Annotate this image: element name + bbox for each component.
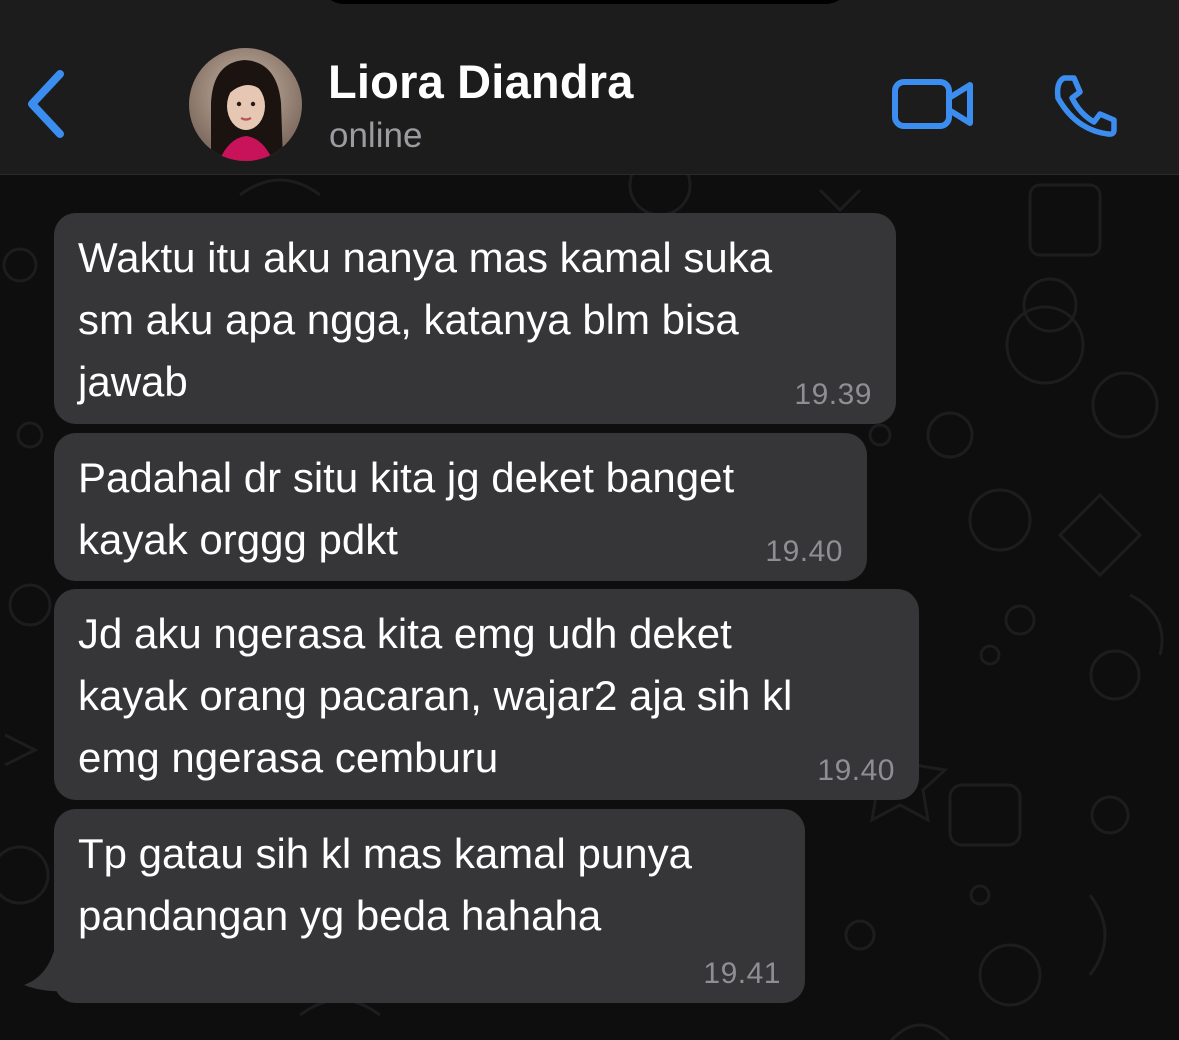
device-notch	[320, 0, 850, 4]
message-bubble[interactable]: Waktu itu aku nanya mas kamal suka sm ak…	[54, 213, 896, 424]
video-call-button[interactable]	[890, 74, 976, 134]
message-bubble[interactable]: Padahal dr situ kita jg deket banget kay…	[54, 433, 867, 581]
message-text: Tp gatau sih kl mas kamal punya pandanga…	[78, 830, 692, 939]
message-text: Padahal dr situ kita jg deket banget kay…	[78, 454, 735, 563]
message-bubble[interactable]: Tp gatau sih kl mas kamal punya pandanga…	[54, 809, 805, 1003]
message-bubble[interactable]: Jd aku ngerasa kita emg udh deket kayak …	[54, 589, 919, 800]
chevron-left-icon	[28, 70, 64, 138]
back-button[interactable]	[22, 66, 72, 142]
message-text: Jd aku ngerasa kita emg udh deket kayak …	[78, 610, 793, 781]
avatar[interactable]	[189, 48, 302, 161]
message-timestamp: 19.40	[765, 535, 843, 568]
chat-screen: Liora Diandra online Waktu itu aku nanya…	[0, 0, 1179, 1040]
chat-header: Liora Diandra online	[0, 0, 1179, 175]
contact-status: online	[329, 116, 423, 155]
contact-name[interactable]: Liora Diandra	[328, 54, 634, 109]
message-list[interactable]: Waktu itu aku nanya mas kamal suka sm ak…	[0, 175, 1179, 1040]
phone-icon	[1054, 75, 1117, 137]
message-text: Waktu itu aku nanya mas kamal suka sm ak…	[78, 234, 773, 405]
message-timestamp: 19.40	[817, 754, 895, 787]
video-camera-icon	[892, 79, 973, 129]
avatar-image	[189, 48, 302, 161]
message-timestamp: 19.39	[794, 378, 872, 411]
voice-call-button[interactable]	[1050, 72, 1120, 138]
message-timestamp: 19.41	[703, 957, 781, 990]
